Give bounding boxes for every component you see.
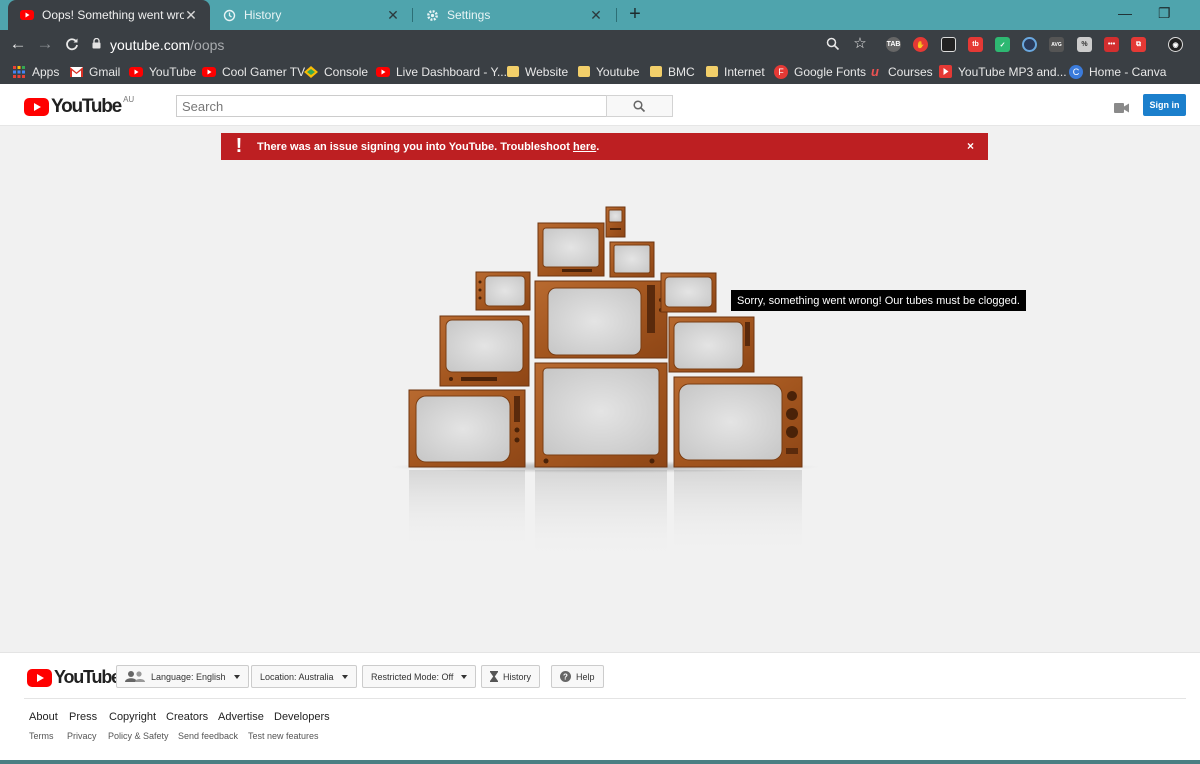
tv-upper-right (660, 272, 717, 313)
footer-link-creators[interactable]: Creators (166, 711, 208, 723)
tv-top (605, 206, 626, 238)
hourglass-icon (490, 671, 498, 682)
location-picker-button[interactable]: Location: Australia (251, 665, 357, 688)
caret-down-icon (233, 674, 240, 679)
footer-link-about[interactable]: About (29, 711, 58, 723)
language-picker-button[interactable]: Language: English (116, 665, 249, 688)
footer-divider (24, 698, 1186, 699)
restricted-mode-label: Restricted Mode: Off (371, 671, 454, 682)
tv-middle-left (439, 315, 530, 387)
footer-link-terms[interactable]: Terms (29, 731, 54, 741)
youtube-footer: YouTube Language: English Location: Aust… (0, 652, 1200, 764)
tv-upper-small (609, 241, 655, 278)
help-label: Help (576, 671, 595, 682)
language-people-icon (125, 671, 145, 682)
tv-reflection (409, 470, 802, 560)
footer-link-advertise[interactable]: Advertise (218, 711, 264, 723)
footer-link-developers[interactable]: Developers (274, 711, 330, 723)
location-label: Location: Australia (260, 671, 334, 682)
tv-upper-center (537, 222, 605, 277)
tv-middle-right (668, 316, 755, 373)
broken-tv-stack-illustration (390, 206, 820, 560)
caret-down-icon (461, 674, 468, 679)
error-message: Sorry, something went wrong! Our tubes m… (731, 290, 1026, 311)
help-question-icon: ? (560, 671, 571, 682)
tv-bottom-center (534, 362, 668, 468)
history-button[interactable]: History (481, 665, 541, 688)
tv-middle-center (534, 280, 668, 359)
footer-link-privacy[interactable]: Privacy (67, 731, 97, 741)
youtube-play-icon (27, 668, 52, 687)
window-bottom-edge (0, 760, 1200, 764)
history-label: History (503, 671, 532, 682)
language-label: Language: English (151, 671, 226, 682)
footer-youtube-logo[interactable]: YouTube (27, 667, 121, 688)
restricted-mode-button[interactable]: Restricted Mode: Off (362, 665, 477, 688)
tv-upper-left (475, 271, 531, 311)
footer-link-policy-safety[interactable]: Policy & Safety (108, 731, 169, 741)
footer-link-copyright[interactable]: Copyright (109, 711, 156, 723)
tv-bottom-left (408, 389, 526, 468)
youtube-logo-text: YouTube (54, 667, 121, 687)
footer-link-press[interactable]: Press (69, 711, 97, 723)
tv-bottom-right (673, 376, 803, 468)
caret-down-icon (341, 674, 348, 679)
footer-link-send-feedback[interactable]: Send feedback (178, 731, 238, 741)
svg-text:?: ? (563, 673, 568, 682)
help-button[interactable]: ? Help (551, 665, 604, 688)
footer-link-test-features[interactable]: Test new features (248, 731, 319, 741)
